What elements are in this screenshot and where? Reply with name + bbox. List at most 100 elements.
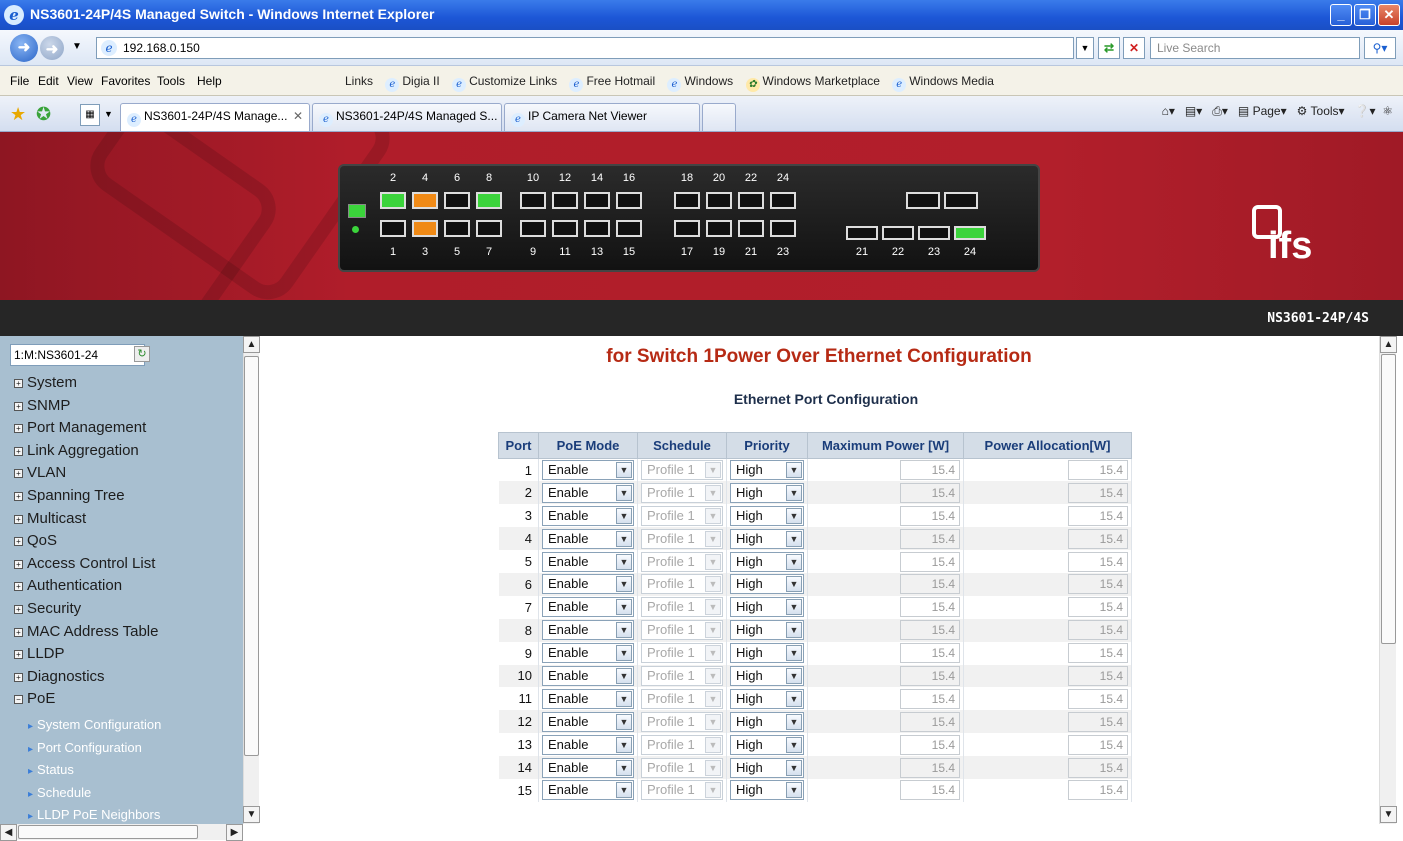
link-item[interactable]: e Free Hotmail [569,74,655,92]
priority-select[interactable]: High ▼ [730,620,804,641]
sidebar-item[interactable]: + MAC Address Table [14,623,158,640]
expand-icon[interactable]: + [14,469,23,479]
expand-icon[interactable]: + [14,650,23,660]
back-button[interactable]: ➜ [10,34,38,62]
poe-mode-select[interactable]: Enable ▼ [542,711,634,732]
help-icon[interactable]: ❔▾ [1355,104,1376,118]
poe-mode-select[interactable]: Enable ▼ [542,574,634,595]
switch-port[interactable] [616,220,642,237]
sidebar-item[interactable]: + Access Control List [14,555,155,572]
tab-switch-active[interactable]: e NS3601-24P/4S Manage... ✕ [120,103,310,131]
sidebar-item[interactable]: + Multicast [14,510,86,527]
stop-button[interactable]: ✕ [1123,37,1145,59]
scroll-down-icon[interactable]: ▼ [1380,806,1397,823]
sidebar-scroll-thumb[interactable] [244,356,259,756]
search-input[interactable]: Live Search [1150,37,1360,59]
menu-tools[interactable]: Tools [157,74,185,88]
menu-help[interactable]: Help [197,74,222,88]
expand-icon[interactable]: + [14,492,23,501]
priority-select[interactable]: High ▼ [730,780,804,801]
expand-icon[interactable]: + [14,605,23,614]
power-allocation-field[interactable]: 15.4 [1068,505,1128,526]
switch-port[interactable] [412,192,438,209]
switch-port[interactable] [520,220,546,237]
feeds-icon[interactable]: ▤▾ [1185,104,1202,118]
priority-select[interactable]: High ▼ [730,460,804,481]
switch-port[interactable] [584,220,610,237]
priority-select[interactable]: High ▼ [730,757,804,778]
priority-select[interactable]: High ▼ [730,528,804,549]
sidebar-item[interactable]: + SNMP [14,397,70,414]
address-dropdown-button[interactable]: ▼ [1076,37,1094,59]
scroll-right-icon[interactable]: ▶ [226,824,243,841]
home-icon[interactable]: ⌂▾ [1162,104,1175,118]
switch-port[interactable] [476,220,502,237]
power-allocation-field[interactable]: 15.4 [1068,734,1128,755]
switch-port[interactable] [552,192,578,209]
quick-tabs-button[interactable]: ▦ [80,104,100,126]
sidebar-subitem[interactable]: System Configuration [28,717,161,732]
expand-icon[interactable]: + [14,379,23,388]
power-allocation-field[interactable]: 15.4 [1068,574,1128,595]
power-allocation-field[interactable]: 15.4 [1068,460,1128,481]
maximize-button[interactable]: ❐ [1354,4,1376,26]
refresh-icon[interactable]: ↻ [134,346,150,362]
main-scroll-thumb[interactable] [1381,354,1396,644]
poe-mode-select[interactable]: Enable ▼ [542,460,634,481]
poe-mode-select[interactable]: Enable ▼ [542,643,634,664]
link-item[interactable]: e Customize Links [452,74,557,92]
switch-port[interactable] [616,192,642,209]
expand-icon[interactable]: + [14,627,23,637]
power-allocation-field[interactable]: 15.4 [1068,665,1128,686]
poe-mode-select[interactable]: Enable ▼ [542,551,634,572]
poe-mode-select[interactable]: Enable ▼ [542,505,634,526]
favorites-star-icon[interactable]: ★ [10,104,26,125]
poe-mode-select[interactable]: Enable ▼ [542,734,634,755]
switch-port[interactable] [738,192,764,209]
power-allocation-field[interactable]: 15.4 [1068,780,1128,801]
poe-mode-select[interactable]: Enable ▼ [542,620,634,641]
switch-select[interactable]: 1:M:NS3601-24 ↻ [10,344,150,366]
sidebar-item[interactable]: + Spanning Tree [14,487,125,504]
scroll-up-icon[interactable]: ▲ [1380,336,1397,353]
expand-icon[interactable]: + [14,514,23,524]
poe-mode-select[interactable]: Enable ▼ [542,665,634,686]
poe-mode-select[interactable]: Enable ▼ [542,528,634,549]
sidebar-subitem[interactable]: LLDP PoE Neighbors [28,807,160,822]
new-tab-button[interactable] [702,103,736,131]
menu-favorites[interactable]: Favorites [101,74,150,88]
switch-port[interactable] [380,192,406,209]
sfp-port[interactable] [918,226,950,240]
sidebar-item[interactable]: + Diagnostics [14,668,105,685]
print-icon[interactable]: ⎙▾ [1212,104,1228,118]
uplink-port[interactable] [944,192,978,209]
expand-icon[interactable]: + [14,672,23,682]
sidebar-item[interactable]: + LLDP [14,645,65,662]
menu-view[interactable]: View [67,74,93,88]
poe-mode-select[interactable]: Enable ▼ [542,757,634,778]
power-allocation-field[interactable]: 15.4 [1068,551,1128,572]
scroll-left-icon[interactable]: ◀ [0,824,17,841]
main-scrollbar[interactable]: ▲ ▼ [1379,336,1397,824]
sfp-port[interactable] [882,226,914,240]
power-allocation-field[interactable]: 15.4 [1068,711,1128,732]
menu-file[interactable]: File [10,74,29,88]
tools-menu[interactable]: ⚙ Tools▾ [1297,104,1345,118]
priority-select[interactable]: High ▼ [730,688,804,709]
expand-icon[interactable]: + [14,401,23,411]
sidebar-item[interactable]: − PoE [14,690,55,707]
priority-select[interactable]: High ▼ [730,711,804,732]
tab-switch[interactable]: e NS3601-24P/4S Managed S... [312,103,502,131]
switch-port[interactable] [552,220,578,237]
power-allocation-field[interactable]: 15.4 [1068,528,1128,549]
uplink-port[interactable] [906,192,940,209]
priority-select[interactable]: High ▼ [730,597,804,618]
sidebar-item[interactable]: + Authentication [14,577,122,594]
link-item[interactable]: e Digia II [385,74,440,92]
minimize-button[interactable]: _ [1330,4,1352,26]
power-allocation-field[interactable]: 15.4 [1068,643,1128,664]
switch-port[interactable] [674,220,700,237]
switch-port[interactable] [444,192,470,209]
poe-mode-select[interactable]: Enable ▼ [542,688,634,709]
priority-select[interactable]: High ▼ [730,505,804,526]
